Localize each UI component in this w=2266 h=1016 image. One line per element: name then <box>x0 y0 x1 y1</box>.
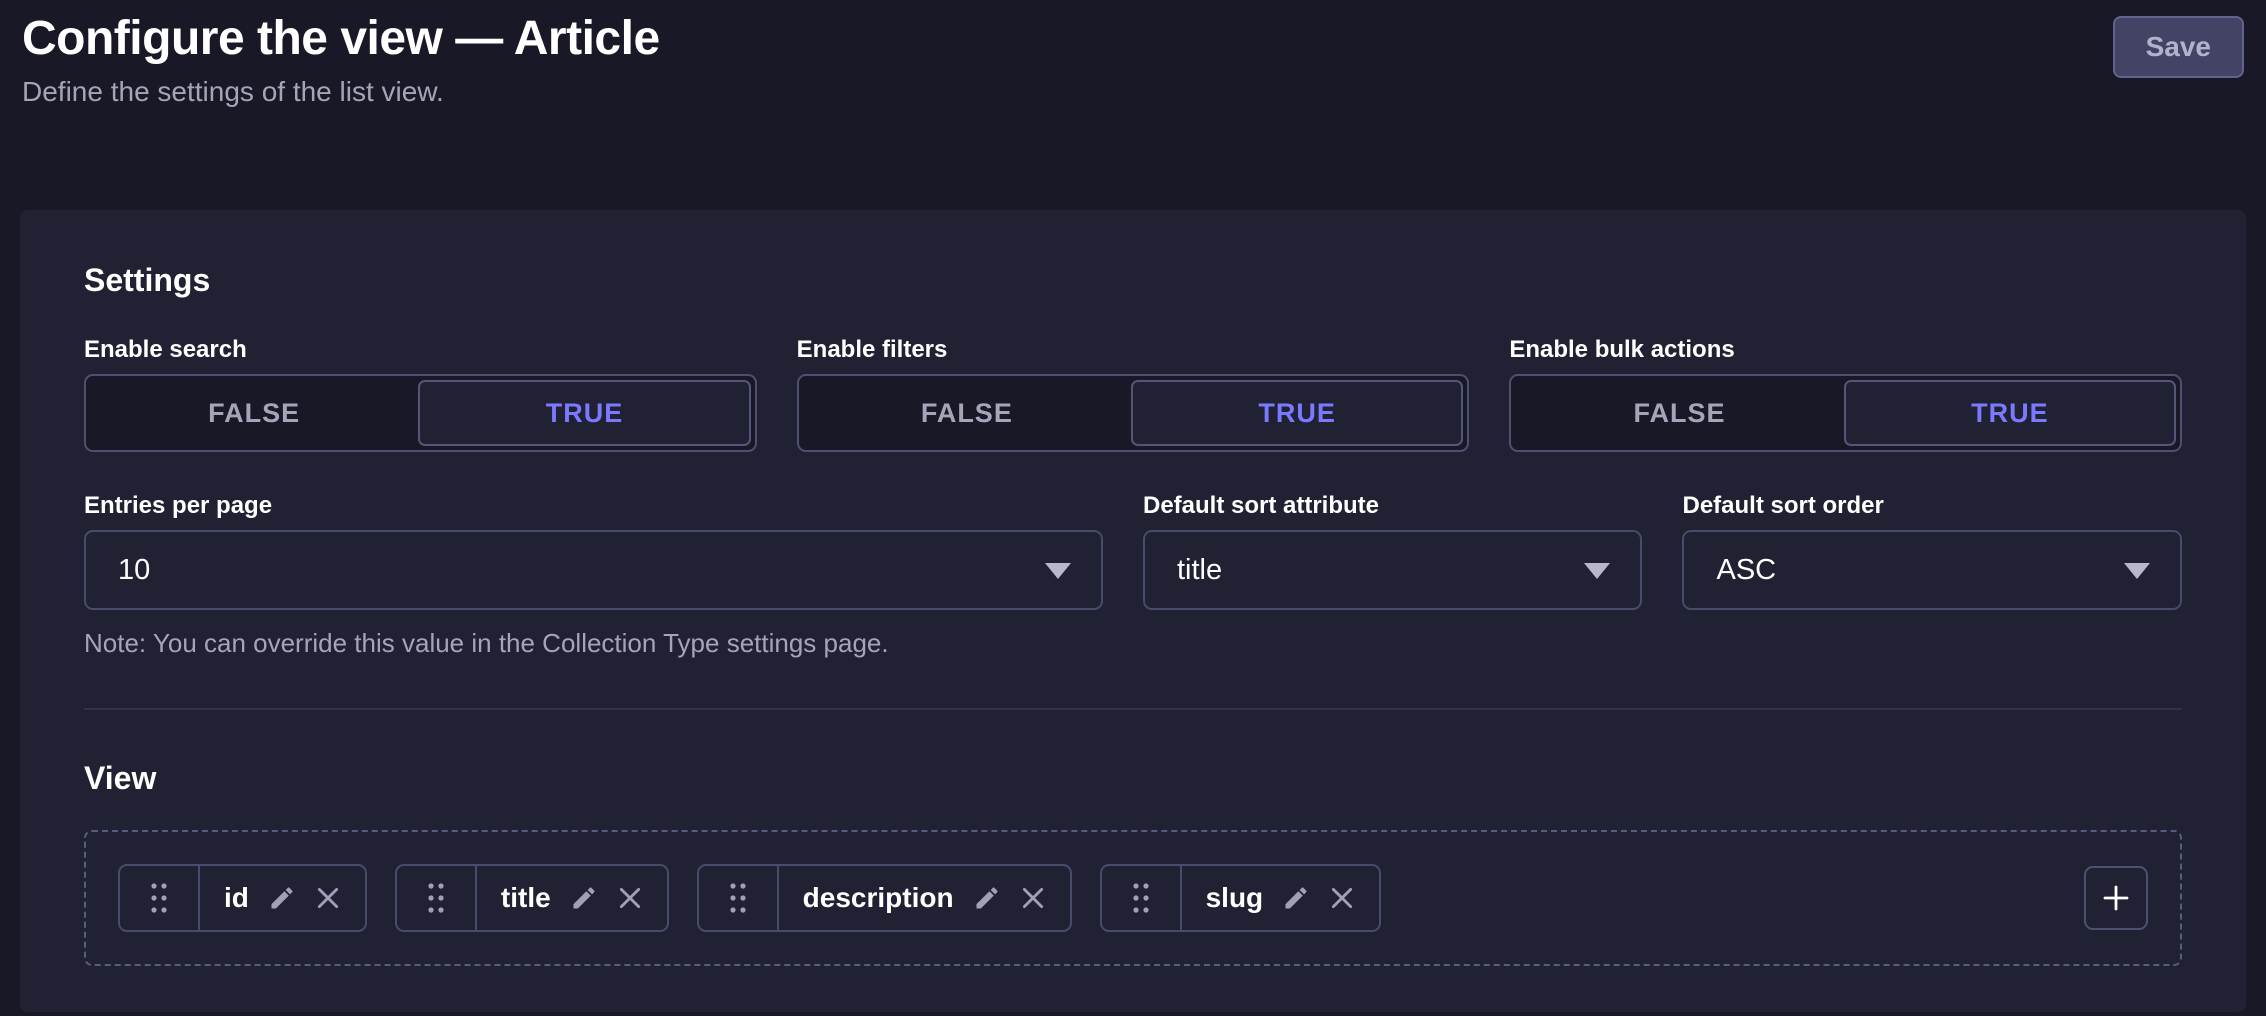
close-icon[interactable] <box>617 885 643 911</box>
enable-bulk-actions-false-option[interactable]: FALSE <box>1515 380 1843 446</box>
close-icon[interactable] <box>315 885 341 911</box>
entries-per-page-note: Note: You can override this value in the… <box>84 626 1103 660</box>
drag-handle-icon[interactable] <box>397 866 477 930</box>
enable-filters-toggle: FALSE TRUE <box>797 374 1470 452</box>
pencil-icon[interactable] <box>268 884 296 912</box>
entries-per-page-select[interactable]: 10 <box>84 530 1103 610</box>
save-button[interactable]: Save <box>2113 16 2244 78</box>
plus-icon <box>2100 882 2132 914</box>
field-chip-body: id <box>200 866 365 930</box>
drag-handle-icon[interactable] <box>120 866 200 930</box>
field-chip-id[interactable]: id <box>118 864 367 932</box>
entries-per-page-field: Entries per page 10 Note: You can overri… <box>84 490 1103 660</box>
default-sort-attribute-value: title <box>1177 554 1222 587</box>
page-subtitle: Define the settings of the list view. <box>20 76 660 108</box>
displayed-fields-dropzone: id title <box>84 830 2182 966</box>
settings-heading: Settings <box>84 260 2182 300</box>
field-chip-label: id <box>224 882 249 914</box>
add-field-button[interactable] <box>2084 866 2148 930</box>
default-sort-order-field: Default sort order ASC <box>1682 490 2182 660</box>
field-chip-body: title <box>477 866 667 930</box>
default-sort-order-label: Default sort order <box>1682 490 2182 522</box>
select-row: Entries per page 10 Note: You can overri… <box>84 490 2182 660</box>
pencil-icon[interactable] <box>973 884 1001 912</box>
section-divider <box>84 708 2182 710</box>
field-chip-label: title <box>501 882 551 914</box>
entries-per-page-label: Entries per page <box>84 490 1103 522</box>
close-icon[interactable] <box>1020 885 1046 911</box>
drag-handle-icon[interactable] <box>1102 866 1182 930</box>
close-icon[interactable] <box>1329 885 1355 911</box>
page-header: Configure the view — Article Define the … <box>20 10 2246 108</box>
enable-filters-true-option[interactable]: TRUE <box>1131 380 1463 446</box>
settings-card: Settings Enable search FALSE TRUE Enable… <box>20 210 2246 1012</box>
enable-search-true-option[interactable]: TRUE <box>418 380 750 446</box>
field-chip-title[interactable]: title <box>395 864 669 932</box>
default-sort-attribute-select[interactable]: title <box>1143 530 1643 610</box>
configure-view-page: Configure the view — Article Define the … <box>0 0 2266 1012</box>
default-sort-attribute-field: Default sort attribute title <box>1143 490 1643 660</box>
chevron-down-icon <box>1584 563 1610 579</box>
enable-filters-label: Enable filters <box>797 334 1470 366</box>
default-sort-order-value: ASC <box>1716 554 1776 587</box>
enable-search-false-option[interactable]: FALSE <box>90 380 418 446</box>
field-chip-label: description <box>803 882 954 914</box>
field-chip-body: description <box>779 866 1070 930</box>
enable-filters-field: Enable filters FALSE TRUE <box>797 334 1470 452</box>
enable-search-toggle: FALSE TRUE <box>84 374 757 452</box>
enable-filters-false-option[interactable]: FALSE <box>803 380 1131 446</box>
chevron-down-icon <box>2124 563 2150 579</box>
default-sort-order-select[interactable]: ASC <box>1682 530 2182 610</box>
default-sort-attribute-label: Default sort attribute <box>1143 490 1643 522</box>
enable-bulk-actions-label: Enable bulk actions <box>1509 334 2182 366</box>
field-chip-slug[interactable]: slug <box>1100 864 1382 932</box>
toggle-row: Enable search FALSE TRUE Enable filters … <box>84 334 2182 452</box>
page-title: Configure the view — Article <box>20 10 660 68</box>
enable-bulk-actions-true-option[interactable]: TRUE <box>1844 380 2176 446</box>
page-header-text: Configure the view — Article Define the … <box>20 10 660 108</box>
field-chip-description[interactable]: description <box>697 864 1072 932</box>
entries-per-page-value: 10 <box>118 554 150 587</box>
chevron-down-icon <box>1045 563 1071 579</box>
enable-bulk-actions-field: Enable bulk actions FALSE TRUE <box>1509 334 2182 452</box>
view-heading: View <box>84 758 2182 798</box>
field-chip-body: slug <box>1182 866 1380 930</box>
enable-search-field: Enable search FALSE TRUE <box>84 334 757 452</box>
enable-bulk-actions-toggle: FALSE TRUE <box>1509 374 2182 452</box>
drag-handle-icon[interactable] <box>699 866 779 930</box>
pencil-icon[interactable] <box>570 884 598 912</box>
enable-search-label: Enable search <box>84 334 757 366</box>
pencil-icon[interactable] <box>1282 884 1310 912</box>
field-chip-label: slug <box>1206 882 1264 914</box>
